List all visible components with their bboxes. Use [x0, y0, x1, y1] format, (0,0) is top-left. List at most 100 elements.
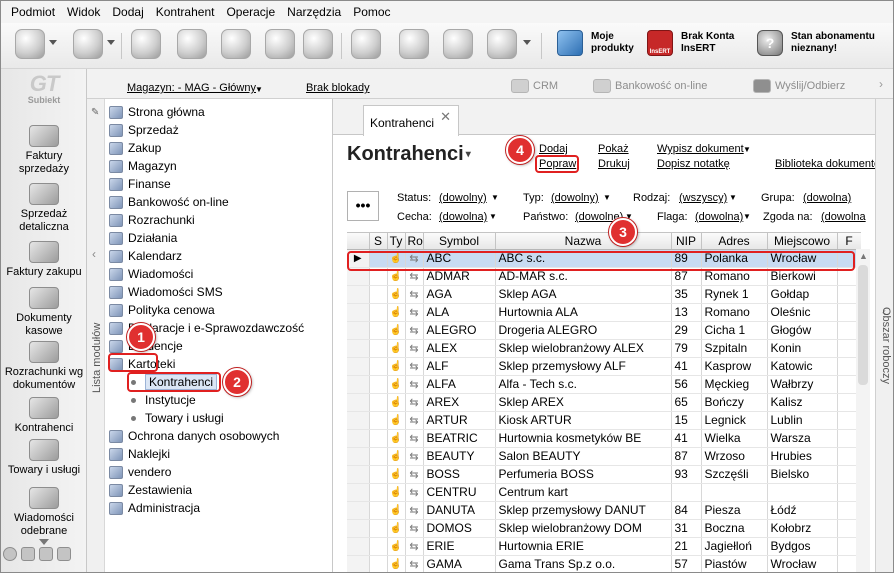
menu-dodaj[interactable]: Dodaj: [106, 5, 149, 19]
drukuj-link[interactable]: Drukuj: [598, 158, 630, 170]
module-item-4[interactable]: Finanse: [109, 175, 171, 193]
col-header-adres[interactable]: Adres: [701, 233, 768, 250]
module-item-11[interactable]: Polityka cenowa: [109, 301, 215, 319]
module-item-9[interactable]: Wiadomości: [109, 265, 193, 283]
nav-faktury-sprzedazy[interactable]: Faktury sprzedaży: [1, 125, 87, 176]
wypisz-dokument-link[interactable]: Wypisz dokument: [657, 143, 744, 155]
table-row[interactable]: ☝ ⇆ ALFA Alfa - Tech s.c. 56 Męckieg Wałbrzy: [347, 375, 861, 394]
pin-icon[interactable]: ✎: [91, 107, 99, 118]
table-row[interactable]: ☝ ⇆ ERIE Hurtownia ERIE 21 Jagiełloń Bydgos: [347, 537, 861, 556]
col-header-nip[interactable]: NIP: [671, 233, 702, 250]
flaga-dropdown[interactable]: (dowolna): [695, 211, 743, 223]
nav-wiadomosci-odebrane[interactable]: Wiadomości odebrane: [1, 487, 87, 538]
module-item-after-4[interactable]: Administracja: [109, 499, 200, 517]
printer-icon[interactable]: [21, 547, 35, 561]
table-row[interactable]: ☝ ⇆ GAMA Gama Trans Sp.z o.o. 57 Piastów Wrocł…: [347, 555, 861, 572]
brak-blokady-link[interactable]: Brak blokady: [306, 82, 370, 94]
chevron-down-icon[interactable]: [523, 40, 531, 45]
table-row[interactable]: ☝ ⇆ ALF Sklep przemysłowy ALF 41 Kasprow Katow…: [347, 357, 861, 376]
nav-sprzedaz-detaliczna[interactable]: Sprzedaż detaliczna: [1, 183, 87, 234]
chevron-down-icon[interactable]: [107, 40, 115, 45]
table-row[interactable]: ☝ ⇆ ALEX Sklep wielobranżowy ALEX 79 Szpitaln…: [347, 339, 861, 358]
module-item-0[interactable]: Strona główna: [109, 103, 205, 121]
loading-icon[interactable]: [351, 29, 381, 59]
stan-abonamentu-button[interactable]: ? Stan abonamentu nieznany!: [757, 30, 875, 56]
table-row[interactable]: ☝ ⇆ BOSS Perfumeria BOSS 93 Szczęśli Bielsko: [347, 465, 861, 484]
chevron-down-icon[interactable]: [49, 40, 57, 45]
globe-icon[interactable]: [399, 29, 429, 59]
scale-icon[interactable]: [221, 29, 251, 59]
chevron-left-icon[interactable]: ‹: [92, 247, 96, 261]
menu-operacje[interactable]: Operacje: [220, 5, 281, 19]
menu-narzedzia[interactable]: Narzędzia: [281, 5, 347, 19]
tools-icon[interactable]: [265, 29, 295, 59]
col-header-f[interactable]: F: [837, 233, 861, 250]
table-row[interactable]: ☝ ⇆ AREX Sklep AREX 65 Bończy Kalisz: [347, 393, 861, 412]
zgoda-dropdown[interactable]: (dowolna: [821, 211, 866, 223]
col-header-nazwa[interactable]: Nazwa: [495, 233, 672, 250]
nav-rozrachunki[interactable]: Rozrachunki wg dokumentów: [1, 341, 87, 392]
table-row[interactable]: ☝ ⇆ DANUTA Sklep przemysłowy DANUT 84 Piesza Ł…: [347, 501, 861, 520]
chevron-down-icon[interactable]: ▼: [729, 193, 737, 202]
col-header-s[interactable]: S: [369, 233, 388, 250]
more-options-button[interactable]: •••: [347, 191, 379, 221]
module-subitem-2[interactable]: Towary i usługi: [131, 409, 224, 427]
magazyn-selector[interactable]: Magazyn: - MAG - Główny: [127, 82, 256, 94]
nav-faktury-zakupu[interactable]: Faktury zakupu: [1, 241, 87, 279]
module-item-8[interactable]: Kalendarz: [109, 247, 182, 265]
scroll-thumb[interactable]: [858, 265, 868, 385]
rodzaj-dropdown[interactable]: (wszyscy): [679, 192, 727, 204]
chevron-down-icon[interactable]: ▼: [743, 145, 751, 154]
module-item-after-2[interactable]: vendero: [109, 463, 171, 481]
nav-kontrahenci[interactable]: Kontrahenci: [1, 397, 87, 435]
cash-register-icon[interactable]: [303, 29, 333, 59]
module-item-2[interactable]: Zakup: [109, 139, 161, 157]
module-item-after-3[interactable]: Zestawienia: [109, 481, 192, 499]
module-item-6[interactable]: Rozrachunki: [109, 211, 195, 229]
table-row[interactable]: ☝ ⇆ BEAUTY Salon BEAUTY 87 Wrzoso Hrubies: [347, 447, 861, 466]
module-item-after-1[interactable]: Naklejki: [109, 445, 170, 463]
table-row[interactable]: ☝ ⇆ ARTUR Kiosk ARTUR 15 Legnick Lublin: [347, 411, 861, 430]
document-add-icon[interactable]: [15, 29, 45, 59]
vertical-scrollbar[interactable]: ▲: [856, 249, 870, 572]
table-row[interactable]: ☝ ⇆ BEATRIC Hurtownia kosmetyków BE 41 Wielka…: [347, 429, 861, 448]
close-icon[interactable]: ✕: [440, 109, 451, 125]
chevron-down-icon[interactable]: ▼: [489, 212, 497, 221]
chevron-down-icon[interactable]: ▼: [255, 85, 263, 94]
menu-podmiot[interactable]: Podmiot: [5, 5, 61, 19]
col-header-ty[interactable]: Ty: [387, 233, 406, 250]
module-item-3[interactable]: Magazyn: [109, 157, 177, 175]
biblioteka-link[interactable]: Biblioteka dokumentó: [775, 158, 880, 170]
wyslij-odbierz-button[interactable]: Wyślij/Odbierz: [753, 79, 845, 93]
table-row[interactable]: ☝ ⇆ ALA Hurtownia ALA 13 Romano Oleśnic: [347, 303, 861, 322]
bankowosc-button[interactable]: Bankowość on-line: [593, 79, 707, 93]
eraser-icon[interactable]: [177, 29, 207, 59]
page-title[interactable]: Kontrahenci ▾: [347, 143, 471, 166]
col-header-ro[interactable]: Ro: [405, 233, 424, 250]
table-row[interactable]: ☝ ⇆ CENTRU Centrum kart: [347, 483, 861, 502]
table-row[interactable]: ☝ ⇆ ALEGRO Drogeria ALEGRO 29 Cicha 1 Głogów: [347, 321, 861, 340]
module-item-1[interactable]: Sprzedaż: [109, 121, 179, 139]
stamp-icon[interactable]: [131, 29, 161, 59]
menu-widok[interactable]: Widok: [61, 5, 106, 19]
nav-dokumenty-kasowe[interactable]: Dokumenty kasowe: [1, 287, 87, 338]
scroll-up-icon[interactable]: ▲: [859, 251, 868, 261]
chevron-down-icon[interactable]: ▼: [743, 212, 751, 221]
nav-towary-uslugi[interactable]: Towary i usługi: [1, 439, 87, 477]
list-icon[interactable]: [57, 547, 71, 561]
moje-produkty-button[interactable]: Moje produkty: [557, 30, 634, 56]
scroll-down-icon[interactable]: [39, 539, 49, 545]
col-header-miejscowosc[interactable]: Miejscowo: [767, 233, 838, 250]
tab-kontrahenci[interactable]: Kontrahenci ✕: [363, 105, 459, 136]
chevron-down-icon[interactable]: ▼: [491, 193, 499, 202]
chevron-down-icon[interactable]: ▼: [603, 193, 611, 202]
status-dropdown[interactable]: (dowolny): [439, 192, 487, 204]
module-item-5[interactable]: Bankowość on-line: [109, 193, 229, 211]
cash-icon[interactable]: [39, 547, 53, 561]
circle-icon[interactable]: [3, 547, 17, 561]
brak-konta-button[interactable]: InsERT Brak Konta InsERT: [647, 30, 734, 56]
pokaz-link[interactable]: Pokaż: [598, 143, 629, 155]
module-item-after-0[interactable]: Ochrona danych osobowych: [109, 427, 279, 445]
crm-button[interactable]: CRM: [511, 79, 558, 93]
table-row[interactable]: ☝ ⇆ DOMOS Sklep wielobranżowy DOM 31 Boczna Ko…: [347, 519, 861, 538]
